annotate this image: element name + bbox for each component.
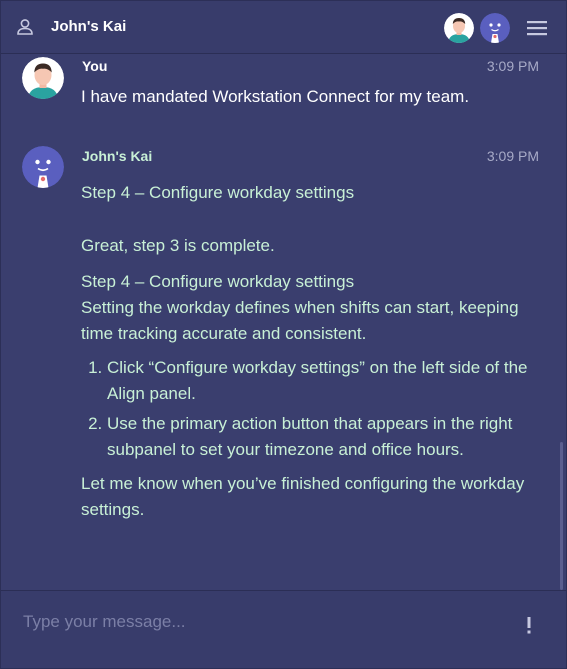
bot-message-avatar	[22, 146, 64, 188]
scrollbar[interactable]	[560, 442, 563, 590]
message-text: I have mandated Workstation Connect for …	[81, 87, 470, 106]
message-timestamp: 3:09 PM	[486, 58, 539, 74]
user-icon[interactable]	[15, 17, 35, 37]
message-list[interactable]: You 3:09 PM I have mandated Workstation …	[1, 55, 566, 589]
user-message-avatar	[22, 57, 64, 99]
chat-title: John's Kai	[51, 18, 127, 35]
alert-icon[interactable]	[523, 615, 535, 635]
composer	[1, 590, 566, 668]
message-input[interactable]	[21, 607, 505, 637]
list-item: Click “Configure workday settings” on th…	[107, 355, 543, 407]
message-timestamp: 3:09 PM	[486, 148, 539, 164]
step-list: Click “Configure workday settings” on th…	[81, 355, 543, 463]
message-intro: Great, step 3 is complete.	[81, 236, 275, 255]
message-title: Step 4 – Configure workday settings	[81, 183, 355, 202]
step-heading: Step 4 – Configure workday settings	[81, 272, 355, 291]
step-description: Setting the workday defines when shifts …	[81, 298, 519, 343]
list-item: Use the primary action button that appea…	[107, 411, 543, 463]
message-sender: You	[82, 58, 108, 74]
message-sender: John's Kai	[82, 148, 153, 164]
chat-header: John's Kai	[1, 1, 566, 54]
user-avatar[interactable]	[444, 13, 474, 43]
bot-avatar[interactable]	[480, 13, 510, 43]
chat-window: John's Kai You 3:09 PM I have mandated W…	[0, 0, 567, 669]
bot-message-body: Step 4 – Configure workday settings Grea…	[81, 180, 543, 523]
message-outro: Let me know when you’ve finished configu…	[81, 474, 525, 519]
menu-icon[interactable]	[527, 20, 547, 36]
